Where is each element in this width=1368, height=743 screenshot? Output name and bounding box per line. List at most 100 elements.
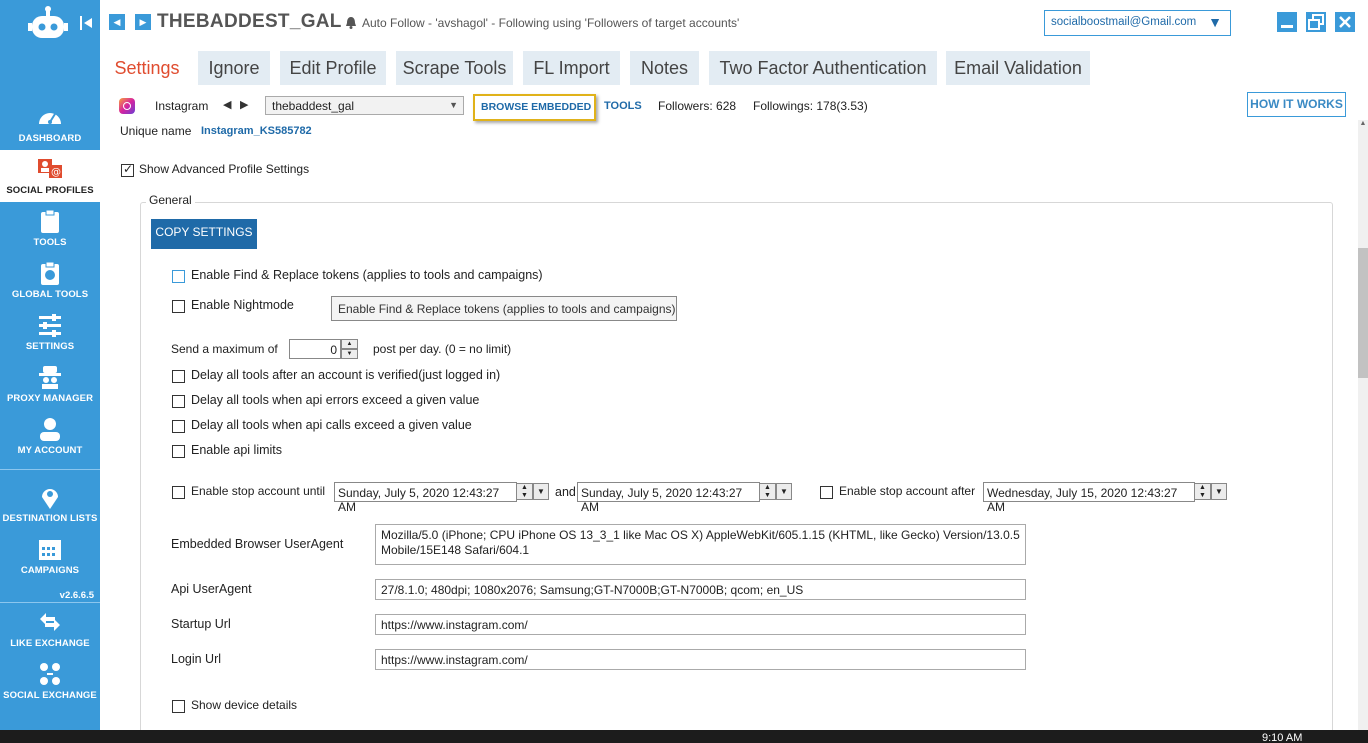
api-limits-checkbox[interactable] xyxy=(172,445,185,458)
max-posts-suffix: post per day. (0 = no limit) xyxy=(373,342,512,356)
delay-calls-checkbox[interactable] xyxy=(172,420,185,433)
sidebar-item-label: DESTINATION LISTS xyxy=(2,513,98,524)
date-spin-button[interactable]: ▲ ▼ xyxy=(759,483,776,500)
ua-label: Embedded Browser UserAgent xyxy=(171,537,344,551)
chevron-down-icon: ▼ xyxy=(449,100,458,110)
date-spin-button[interactable]: ▲ ▼ xyxy=(1194,483,1211,500)
next-account-icon[interactable]: ▶ xyxy=(240,98,248,111)
spin-down-button[interactable]: ▼ xyxy=(341,349,358,359)
prev-account-icon[interactable]: ◀ xyxy=(223,98,231,111)
startup-url-label: Startup Url xyxy=(171,617,231,631)
like-exchange-icon xyxy=(40,613,60,631)
tooltip: Enable Find & Replace tokens (applies to… xyxy=(331,296,677,321)
tab-two-factor[interactable]: Two Factor Authentication xyxy=(709,51,937,85)
copy-settings-button[interactable]: COPY SETTINGS xyxy=(151,219,257,249)
account-email-select[interactable]: socialboostmail@Gmail.com ▼ xyxy=(1044,10,1231,36)
date-dropdown-button[interactable]: ▼ xyxy=(533,483,549,500)
version-label: v2.6.6.5 xyxy=(59,590,94,601)
sidebar-item-campaigns[interactable]: CAMPAIGNS xyxy=(0,530,100,582)
stop-from-date-field[interactable]: Sunday, July 5, 2020 12:43:27 AM xyxy=(334,482,517,514)
find-replace-label: Enable Find & Replace tokens (applies to… xyxy=(191,268,543,282)
date-dropdown-button[interactable]: ▼ xyxy=(776,483,792,500)
sidebar-item-dashboard[interactable]: DASHBOARD xyxy=(0,98,100,150)
max-posts-input[interactable]: 0 xyxy=(289,339,341,359)
header: ◀ ▶ THEBADDEST_GAL Auto Follow - 'avshag… xyxy=(100,0,1368,46)
sidebar-item-label: MY ACCOUNT xyxy=(17,445,83,456)
date-spin-button[interactable]: ▲ ▼ xyxy=(516,483,533,500)
stop-until-checkbox[interactable] xyxy=(172,486,185,499)
stop-after-date-field[interactable]: Wednesday, July 15, 2020 12:43:27 AM xyxy=(983,482,1195,514)
collapse-sidebar-icon[interactable] xyxy=(78,14,96,32)
account-select[interactable]: thebaddest_gal ▼ xyxy=(265,96,464,115)
status-text: Auto Follow - 'avshagol' - Following usi… xyxy=(362,16,740,30)
how-it-works-button[interactable]: HOW IT WORKS xyxy=(1247,92,1346,117)
minimize-icon xyxy=(1281,25,1293,28)
advanced-settings-checkbox[interactable] xyxy=(121,162,134,177)
clipboard-icon xyxy=(41,209,59,233)
delay-errors-checkbox[interactable] xyxy=(172,395,185,408)
close-button[interactable] xyxy=(1335,12,1355,32)
nightmode-label: Enable Nightmode xyxy=(191,298,294,312)
tab-fl-import[interactable]: FL Import xyxy=(523,51,620,85)
svg-text:@: @ xyxy=(51,167,61,178)
browse-embedded-button[interactable]: BROWSE EMBEDDED xyxy=(473,94,596,121)
scroll-up-icon[interactable]: ▲ xyxy=(1358,120,1368,132)
vertical-scrollbar[interactable] xyxy=(1358,120,1368,730)
restore-button[interactable] xyxy=(1306,12,1326,32)
stop-to-date-field[interactable]: Sunday, July 5, 2020 12:43:27 AM xyxy=(577,482,760,514)
sidebar-item-settings[interactable]: SETTINGS xyxy=(0,306,100,358)
date-dropdown-button[interactable]: ▼ xyxy=(1211,483,1227,500)
tab-settings[interactable]: Settings xyxy=(106,51,188,85)
delay-verified-checkbox[interactable] xyxy=(172,370,185,383)
startup-url-input[interactable]: https://www.instagram.com/ xyxy=(375,614,1026,635)
sidebar-item-destination-lists[interactable]: DESTINATION LISTS xyxy=(0,478,100,530)
minimize-button[interactable] xyxy=(1277,12,1297,32)
next-profile-button[interactable]: ▶ xyxy=(135,14,151,30)
stop-until-label: Enable stop account until xyxy=(191,484,326,498)
social-exchange-icon xyxy=(40,663,60,685)
api-ua-input[interactable]: 27/8.1.0; 480dpi; 1080x2076; Samsung;GT-… xyxy=(375,579,1026,600)
taskbar: 9:10 AM xyxy=(0,730,1368,743)
stop-after-label: Enable stop account after xyxy=(839,484,976,498)
sidebar-item-label: SOCIAL EXCHANGE xyxy=(3,690,97,701)
tab-edit-profile[interactable]: Edit Profile xyxy=(280,51,386,85)
tab-notes[interactable]: Notes xyxy=(630,51,699,85)
tools-link[interactable]: TOOLS xyxy=(604,100,642,112)
device-details-label: Show device details xyxy=(191,698,298,712)
nightmode-checkbox[interactable] xyxy=(172,300,185,313)
delay-errors-label: Delay all tools when api errors exceed a… xyxy=(191,393,480,407)
spin-up-button[interactable]: ▲ xyxy=(341,339,358,349)
sidebar-item-like-exchange[interactable]: LIKE EXCHANGE xyxy=(0,603,100,655)
profiles-icon: @ xyxy=(38,159,62,178)
sidebar-item-social-exchange[interactable]: SOCIAL EXCHANGE xyxy=(0,655,100,707)
general-title: General xyxy=(146,193,195,207)
tab-scrape-tools[interactable]: Scrape Tools xyxy=(396,51,513,85)
ua-input[interactable]: Mozilla/5.0 (iPhone; CPU iPhone OS 13_3_… xyxy=(375,524,1026,565)
advanced-settings-label: Show Advanced Profile Settings xyxy=(139,162,310,176)
instagram-icon xyxy=(119,98,135,114)
restore-icon xyxy=(1308,14,1324,30)
device-details-checkbox[interactable] xyxy=(172,700,185,713)
account-select-value: thebaddest_gal xyxy=(272,99,355,113)
sidebar-item-tools[interactable]: TOOLS xyxy=(0,202,100,254)
sidebar-item-my-account[interactable]: MY ACCOUNT xyxy=(0,410,100,462)
sidebar-item-social-profiles[interactable]: @ SOCIAL PROFILES xyxy=(0,150,100,202)
spy-icon xyxy=(39,366,61,389)
login-url-input[interactable]: https://www.instagram.com/ xyxy=(375,649,1026,670)
gauge-icon xyxy=(39,113,61,124)
sidebar-item-global-tools[interactable]: GLOBAL TOOLS xyxy=(0,254,100,306)
max-posts-prefix: Send a maximum of xyxy=(171,342,278,356)
sidebar-item-proxy-manager[interactable]: PROXY MANAGER xyxy=(0,358,100,410)
tab-email-validation[interactable]: Email Validation xyxy=(946,51,1090,85)
calendar-icon xyxy=(39,540,61,560)
bell-icon xyxy=(346,17,356,29)
profile-title: THEBADDEST_GAL xyxy=(157,11,342,32)
logo-row xyxy=(0,0,100,48)
chevron-down-icon: ▼ xyxy=(1208,14,1222,30)
previous-profile-button[interactable]: ◀ xyxy=(109,14,125,30)
stop-after-checkbox[interactable] xyxy=(820,486,833,499)
scrollbar-thumb[interactable] xyxy=(1358,248,1368,378)
find-replace-checkbox[interactable] xyxy=(172,270,185,283)
followers-count: Followers: 628 xyxy=(658,99,737,113)
tab-ignore[interactable]: Ignore xyxy=(198,51,270,85)
